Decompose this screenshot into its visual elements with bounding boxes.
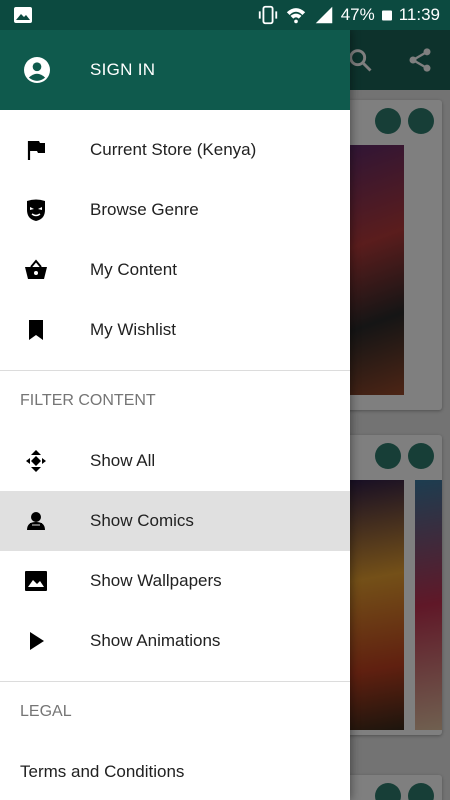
show-all-icon: [26, 450, 46, 472]
section-title-legal: LEGAL: [20, 703, 72, 720]
nav-item-browse-genre[interactable]: Browse Genre: [0, 180, 350, 240]
filter-item-label: Show All: [90, 451, 156, 470]
cell-signal-icon: [315, 6, 332, 24]
filter-item-label: Show Comics: [90, 511, 194, 530]
status-bar: 47% 11:39: [0, 0, 450, 30]
clock: 11:39: [398, 5, 440, 24]
basket-icon: [25, 259, 47, 279]
drawer-header[interactable]: SIGN IN: [0, 30, 350, 110]
sign-in-button[interactable]: SIGN IN: [90, 60, 155, 80]
play-icon: [30, 632, 44, 650]
mask-icon: [27, 199, 45, 221]
nav-item-my-content[interactable]: My Content: [0, 240, 350, 300]
flag-icon: [27, 141, 45, 160]
legal-item-terms-and-conditions[interactable]: Terms and Conditions: [0, 742, 350, 800]
battery-icon: [381, 10, 392, 21]
section-title-filter-content: FILTER CONTENT: [20, 392, 156, 409]
wifi-icon: [286, 8, 305, 24]
navigation-drawer: SIGN IN Current Store (Kenya) Browse Gen…: [0, 30, 350, 800]
nav-item-label: Current Store (Kenya): [90, 140, 257, 159]
filter-item-label: Show Animations: [90, 631, 221, 650]
nav-item-label: Browse Genre: [90, 200, 199, 219]
vibrate-icon: [258, 5, 277, 25]
filter-item-show-animations[interactable]: Show Animations: [0, 611, 350, 671]
nav-item-my-wishlist[interactable]: My Wishlist: [0, 300, 350, 360]
filter-item-show-comics[interactable]: Show Comics: [0, 491, 350, 551]
comics-icon: [27, 512, 45, 530]
nav-item-label: My Wishlist: [90, 320, 176, 339]
image-icon: [25, 571, 47, 591]
filter-item-show-wallpapers[interactable]: Show Wallpapers: [0, 551, 350, 611]
nav-item-current-store[interactable]: Current Store (Kenya): [0, 120, 350, 180]
filter-item-show-all[interactable]: Show All: [0, 431, 350, 491]
filter-item-label: Show Wallpapers: [90, 571, 222, 590]
battery-percent: 47%: [340, 5, 375, 24]
account-circle-icon: [24, 57, 50, 83]
gallery-notification-icon: [14, 7, 32, 23]
nav-item-label: My Content: [90, 260, 177, 279]
bookmark-icon: [29, 320, 43, 340]
